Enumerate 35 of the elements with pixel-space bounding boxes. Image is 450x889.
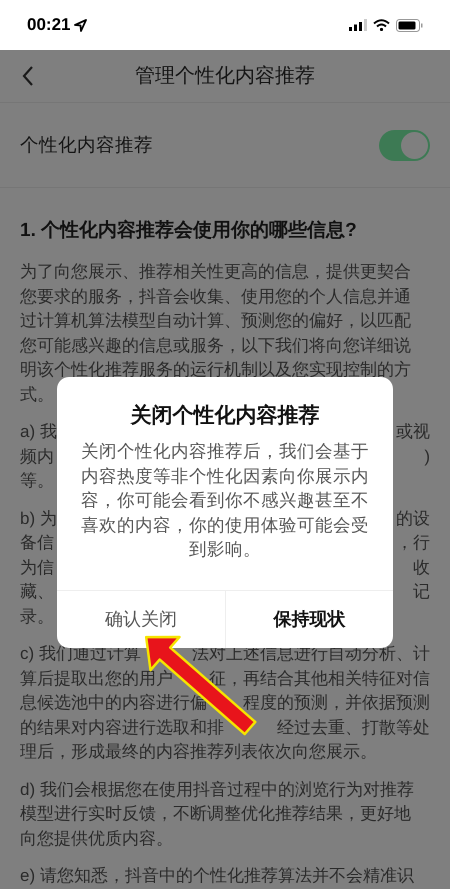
paragraph-fragment: 等。	[20, 470, 54, 492]
paragraph-fragment: 收	[413, 556, 430, 578]
back-button[interactable]	[20, 64, 36, 88]
paragraph-fragment: 备信	[20, 532, 54, 554]
toggle-switch[interactable]	[379, 130, 430, 160]
paragraph-fragment: 为信	[20, 556, 54, 578]
paragraph-fragment: 记	[413, 581, 430, 603]
dialog-message: 关闭个性化内容推荐后，我们会基于内容热度等非个性化因素向你展示内容，你可能会看到你不感兴趣甚至不喜欢的内容，你的使用体验可能会受到影响。	[80, 440, 370, 561]
status-time: 00:21	[27, 14, 70, 36]
signal-icon	[349, 19, 367, 31]
paragraph-fragment: )	[424, 446, 430, 468]
battery-icon	[396, 18, 423, 32]
paragraph-fragment: 经过去重、打散等处	[277, 716, 430, 738]
paragraph-fragment: 录。	[20, 606, 54, 628]
paragraph-fragment: e) 请您知悉，抖音中的个性化推荐算法并不会精准识	[20, 865, 414, 887]
wifi-icon	[373, 19, 390, 31]
paragraph-fragment: 的设	[396, 508, 430, 530]
paragraph-fragment: 藏、	[20, 581, 54, 603]
paragraph-fragment: 或视	[396, 421, 430, 443]
setting-label: 个性化内容推荐	[20, 133, 153, 158]
back-chevron-icon	[22, 66, 34, 86]
paragraph-fragment: b) 为	[20, 508, 57, 530]
paragraph-fragment: 理后，形成最终的内容推荐列表依次向您展示。	[20, 741, 377, 763]
paragraph-fragment: 算后提取出您的用户	[20, 668, 173, 690]
location-icon	[74, 18, 88, 32]
paragraph-fragment: a) 我	[20, 421, 57, 443]
body-paragraph: 为了向您展示、推荐相关性更高的信息，提供更契合您要求的服务，抖音会收集、使用您的个人信息并通过计算机算法模型自动计算、预测您的偏好，以匹配您可能感兴趣的信息或服务，以下我们将向您详细说明该个性化推荐服务的运行机制以及您实现控制的方式。	[20, 261, 412, 404]
body-paragraph: d) 我们会根据您在使用抖音过程中的浏览行为对推荐模型进行实时反馈，不断调整优化推荐结果，更好地向您提供优质内容。	[20, 778, 415, 850]
page-title: 管理个性化内容推荐	[135, 65, 315, 87]
paragraph-fragment: 的结果对内容进行选取和排	[20, 716, 224, 738]
paragraph-fragment: 频内	[20, 446, 54, 468]
paragraph-fragment: ，行	[396, 532, 430, 554]
paragraph-fragment: 程度的预测，并依据预测	[243, 692, 430, 714]
dialog-title: 关闭个性化内容推荐	[130, 402, 320, 429]
section-heading: 1. 个性化内容推荐会使用你的哪些信息?	[20, 218, 358, 243]
